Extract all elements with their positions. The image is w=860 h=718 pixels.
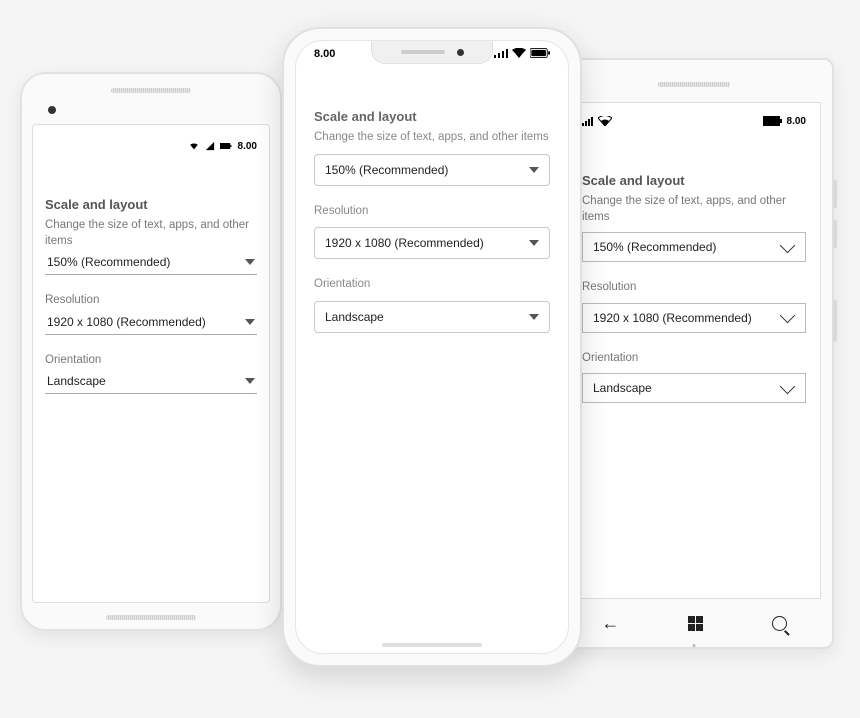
scale-value: 150% (Recommended) bbox=[593, 240, 716, 254]
speaker-grille bbox=[658, 82, 730, 87]
orientation-label: Orientation bbox=[582, 351, 806, 367]
speaker-grille bbox=[401, 50, 445, 54]
scale-label: Change the size of text, apps, and other… bbox=[582, 194, 806, 225]
chevron-down-icon bbox=[780, 308, 796, 324]
resolution-label: Resolution bbox=[45, 293, 257, 309]
speaker-grille bbox=[111, 88, 191, 93]
section-title: Scale and layout bbox=[582, 173, 806, 188]
scale-value: 150% (Recommended) bbox=[325, 163, 448, 177]
resolution-value: 1920 x 1080 (Recommended) bbox=[47, 315, 206, 329]
nav-bar: ← bbox=[567, 605, 821, 641]
wifi-icon bbox=[512, 48, 526, 58]
orientation-label: Orientation bbox=[314, 277, 550, 293]
chevron-down-icon bbox=[529, 167, 539, 173]
chevron-down-icon bbox=[529, 240, 539, 246]
windows-phone-frame: 8.00 Scale and layout Change the size of… bbox=[554, 58, 834, 649]
scale-dropdown[interactable]: 150% (Recommended) bbox=[582, 232, 806, 262]
status-bar: 8.00 bbox=[45, 139, 257, 153]
notch bbox=[371, 41, 493, 64]
resolution-dropdown[interactable]: 1920 x 1080 (Recommended) bbox=[314, 227, 550, 259]
android-screen: 8.00 Scale and layout Change the size of… bbox=[32, 124, 270, 603]
windows-button[interactable] bbox=[688, 616, 703, 631]
signal-icon bbox=[204, 141, 216, 151]
orientation-dropdown[interactable]: Landscape bbox=[314, 301, 550, 333]
back-button[interactable]: ← bbox=[601, 613, 619, 634]
side-button bbox=[833, 180, 837, 208]
chevron-down-icon bbox=[780, 378, 796, 394]
section-title: Scale and layout bbox=[45, 197, 257, 212]
status-time: 8.00 bbox=[238, 141, 257, 152]
resolution-value: 1920 x 1080 (Recommended) bbox=[325, 236, 484, 250]
front-camera bbox=[457, 49, 464, 56]
section-title: Scale and layout bbox=[314, 109, 550, 124]
battery-icon bbox=[530, 48, 550, 58]
chevron-down-icon bbox=[529, 314, 539, 320]
ios-phone-frame: 8.00 Scale and layout Change the size of… bbox=[282, 27, 582, 667]
orientation-value: Landscape bbox=[47, 374, 106, 388]
signal-icon bbox=[582, 116, 594, 126]
battery-icon bbox=[220, 141, 232, 151]
scale-label: Change the size of text, apps, and other… bbox=[45, 218, 257, 249]
front-camera bbox=[48, 106, 56, 114]
side-button bbox=[833, 300, 837, 342]
signal-icon bbox=[494, 48, 508, 58]
windows-screen: 8.00 Scale and layout Change the size of… bbox=[567, 102, 821, 599]
ios-screen: 8.00 Scale and layout Change the size of… bbox=[295, 40, 569, 654]
scale-label: Change the size of text, apps, and other… bbox=[314, 130, 550, 146]
search-button[interactable] bbox=[772, 616, 787, 631]
status-time: 8.00 bbox=[314, 48, 335, 60]
android-phone-frame: 8.00 Scale and layout Change the size of… bbox=[20, 72, 282, 631]
orientation-dropdown[interactable]: Landscape bbox=[582, 373, 806, 403]
status-bar: 8.00 bbox=[582, 113, 806, 129]
resolution-dropdown[interactable]: 1920 x 1080 (Recommended) bbox=[582, 303, 806, 333]
wifi-icon bbox=[598, 116, 612, 126]
chevron-down-icon bbox=[245, 259, 255, 265]
resolution-value: 1920 x 1080 (Recommended) bbox=[593, 311, 752, 325]
nav-dot bbox=[693, 644, 696, 647]
resolution-label: Resolution bbox=[582, 280, 806, 296]
chevron-down-icon bbox=[245, 319, 255, 325]
scale-value: 150% (Recommended) bbox=[47, 255, 170, 269]
orientation-value: Landscape bbox=[593, 381, 652, 395]
battery-icon bbox=[763, 116, 783, 126]
orientation-dropdown[interactable]: Landscape bbox=[45, 368, 257, 394]
status-time: 8.00 bbox=[787, 116, 806, 127]
chevron-down-icon bbox=[245, 378, 255, 384]
scale-dropdown[interactable]: 150% (Recommended) bbox=[314, 154, 550, 186]
orientation-label: Orientation bbox=[45, 353, 257, 369]
resolution-dropdown[interactable]: 1920 x 1080 (Recommended) bbox=[45, 309, 257, 335]
scale-dropdown[interactable]: 150% (Recommended) bbox=[45, 249, 257, 275]
chevron-down-icon bbox=[780, 237, 796, 253]
status-icons bbox=[494, 48, 550, 58]
wifi-icon bbox=[188, 141, 200, 151]
resolution-label: Resolution bbox=[314, 204, 550, 220]
home-grille bbox=[106, 615, 196, 620]
home-indicator[interactable] bbox=[382, 643, 482, 647]
orientation-value: Landscape bbox=[325, 310, 384, 324]
side-button bbox=[833, 220, 837, 248]
